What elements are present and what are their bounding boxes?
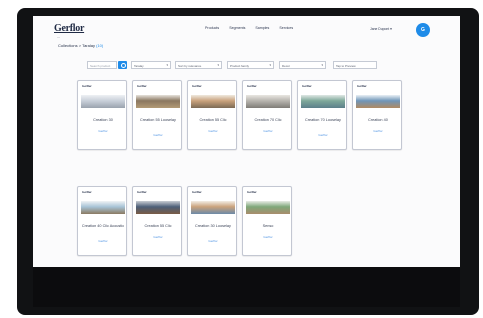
- screen: Gerflor — Products Segments Samples Serv…: [33, 16, 460, 267]
- nav-item-services[interactable]: Services: [279, 26, 293, 30]
- chevron-down-icon: ▾: [217, 63, 219, 67]
- search-button[interactable]: [118, 61, 127, 69]
- product-photo: [136, 95, 180, 108]
- card-brand-logo: Gerflor: [302, 84, 312, 88]
- main-nav: Products Segments Samples Services: [205, 26, 293, 30]
- top-bar: Gerflor — Products Segments Samples Serv…: [33, 16, 460, 46]
- breadcrumb-count: (10): [96, 43, 104, 48]
- product-brand-link[interactable]: Gerflor: [356, 129, 400, 133]
- product-title[interactable]: Creation 30 Looselay: [191, 224, 235, 229]
- product-card[interactable]: Gerflor Creation 40 Gerflor: [352, 80, 402, 150]
- product-brand-link[interactable]: Gerflor: [246, 129, 290, 133]
- product-card[interactable]: Gerflor Creation 30 Looselay Gerflor: [187, 186, 237, 256]
- nav-item-samples[interactable]: Samples: [255, 26, 269, 30]
- breadcrumb-current: Taralay: [82, 43, 95, 48]
- card-brand-logo: Gerflor: [137, 190, 147, 194]
- chevron-down-icon: ▾: [269, 63, 271, 67]
- avatar[interactable]: G: [416, 23, 430, 37]
- brand-tagline: —: [57, 35, 60, 39]
- product-title[interactable]: Creation 55 Clic: [191, 118, 235, 123]
- chevron-down-icon: ▾: [321, 63, 323, 67]
- product-brand-link[interactable]: Gerflor: [136, 235, 180, 239]
- card-brand-logo: Gerflor: [247, 190, 257, 194]
- breadcrumb-root[interactable]: Collections: [58, 43, 78, 48]
- product-photo: [246, 201, 290, 214]
- filter-select-label: Sort by relevance: [178, 64, 202, 68]
- card-brand-logo: Gerflor: [357, 84, 367, 88]
- product-photo: [301, 95, 345, 108]
- product-brand-link[interactable]: Gerflor: [301, 133, 345, 137]
- filter-select-family[interactable]: Product family ▾: [227, 61, 274, 69]
- card-brand-logo: Gerflor: [137, 84, 147, 88]
- card-brand-logo: Gerflor: [82, 190, 92, 194]
- card-brand-logo: Gerflor: [247, 84, 257, 88]
- product-title[interactable]: Creation 55 Looselay: [136, 118, 180, 123]
- monitor-bezel: [33, 267, 460, 307]
- filter-select-decor[interactable]: Decor ▾: [279, 61, 326, 69]
- nav-item-products[interactable]: Products: [205, 26, 219, 30]
- search-input[interactable]: Search product: [87, 61, 117, 69]
- filter-select-label: Taralay: [134, 64, 144, 68]
- product-photo: [246, 95, 290, 108]
- product-photo: [81, 201, 125, 214]
- product-card[interactable]: Gerflor Creation 55 Looselay Gerflor: [132, 80, 182, 150]
- product-card[interactable]: Gerflor Creation 30 Gerflor: [77, 80, 127, 150]
- product-title[interactable]: Senso: [246, 224, 290, 229]
- card-brand-logo: Gerflor: [192, 190, 202, 194]
- product-photo: [81, 95, 125, 108]
- brand-logo[interactable]: Gerflor: [54, 23, 84, 34]
- product-title[interactable]: Creation 40: [356, 118, 400, 123]
- product-photo: [356, 95, 400, 108]
- product-card[interactable]: Gerflor Creation 40 Clic Acoustic Gerflor: [77, 186, 127, 256]
- filter-select-collection[interactable]: Taralay ▾: [131, 61, 171, 69]
- product-card[interactable]: Gerflor Creation 55 Clic Gerflor: [132, 186, 182, 256]
- product-brand-link[interactable]: Gerflor: [136, 133, 180, 137]
- card-brand-logo: Gerflor: [192, 84, 202, 88]
- account-menu[interactable]: Jane Dupont ▾: [370, 27, 392, 31]
- product-card[interactable]: Gerflor Senso Gerflor: [242, 186, 292, 256]
- product-brand-link[interactable]: Gerflor: [81, 239, 125, 243]
- product-title[interactable]: Creation 70 Clic: [246, 118, 290, 123]
- filter-select-label: Product family: [230, 64, 250, 68]
- card-brand-logo: Gerflor: [82, 84, 92, 88]
- product-title[interactable]: Creation 70 Looselay: [301, 118, 345, 123]
- product-brand-link[interactable]: Gerflor: [191, 239, 235, 243]
- breadcrumb: Collections > Taralay (10): [58, 43, 103, 48]
- product-title[interactable]: Creation 40 Clic Acoustic: [81, 224, 125, 229]
- chevron-down-icon: ▾: [166, 63, 168, 67]
- filter-select-label: Decor: [282, 64, 291, 68]
- preview-toggle[interactable]: Tap to Preview: [333, 61, 377, 69]
- product-brand-link[interactable]: Gerflor: [191, 129, 235, 133]
- product-photo: [191, 95, 235, 108]
- product-photo: [136, 201, 180, 214]
- product-brand-link[interactable]: Gerflor: [81, 129, 125, 133]
- nav-item-segments[interactable]: Segments: [229, 26, 245, 30]
- product-title[interactable]: Creation 30: [81, 118, 125, 123]
- filter-select-sort[interactable]: Sort by relevance ▾: [175, 61, 222, 69]
- product-card[interactable]: Gerflor Creation 55 Clic Gerflor: [187, 80, 237, 150]
- product-card[interactable]: Gerflor Creation 70 Looselay Gerflor: [297, 80, 347, 150]
- product-card[interactable]: Gerflor Creation 70 Clic Gerflor: [242, 80, 292, 150]
- product-title[interactable]: Creation 55 Clic: [136, 224, 180, 229]
- product-brand-link[interactable]: Gerflor: [246, 235, 290, 239]
- product-photo: [191, 201, 235, 214]
